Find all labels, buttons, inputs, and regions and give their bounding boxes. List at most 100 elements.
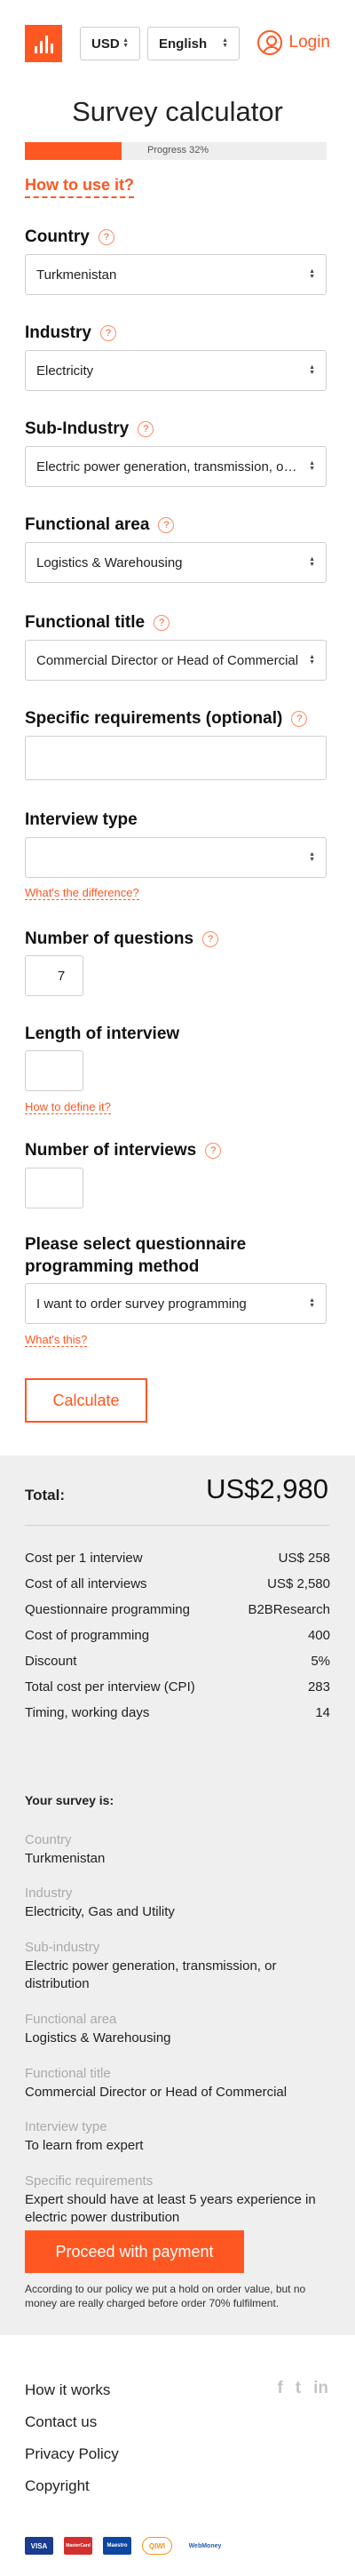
- industry-label-text: Industry: [25, 323, 91, 342]
- programming-select[interactable]: I want to order survey programming ▲ ▼: [25, 1283, 327, 1324]
- language-select[interactable]: English ▲ ▼: [147, 27, 240, 60]
- country-select[interactable]: Turkmenistan ▲ ▼: [25, 254, 327, 295]
- interview-type-label: Interview type: [25, 810, 138, 830]
- how-to-define-link[interactable]: How to define it?: [25, 1100, 111, 1114]
- summary-row-label: Cost of all interviews: [25, 1576, 147, 1591]
- help-icon[interactable]: ?: [291, 711, 308, 727]
- whats-this-link[interactable]: What's this?: [25, 1333, 88, 1347]
- functional-title-label: Functional title ?: [25, 613, 170, 633]
- user-icon: [256, 30, 282, 55]
- detail-value: To learn from expert: [25, 2138, 144, 2153]
- facebook-icon[interactable]: f: [277, 2379, 282, 2398]
- webmoney-icon: WebMoney: [183, 2537, 227, 2555]
- summary-row-value: B2BResearch: [248, 1602, 330, 1617]
- proceed-payment-button[interactable]: Proceed with payment: [25, 2230, 244, 2273]
- summary-row-value: 14: [315, 1705, 330, 1720]
- help-icon[interactable]: ?: [98, 229, 114, 245]
- login-label: Login: [288, 33, 331, 52]
- functional-title-value: Commercial Director or Head of Commercia…: [36, 652, 299, 668]
- select-arrows-icon: ▲ ▼: [309, 654, 315, 666]
- help-icon[interactable]: ?: [205, 1143, 222, 1159]
- detail-value: Expert should have at least 5 years expe…: [25, 2192, 316, 2225]
- total-label: Total:: [25, 1487, 66, 1503]
- footer-link-how-it-works[interactable]: How it works: [25, 2381, 110, 2399]
- linkedin-icon[interactable]: in: [313, 2379, 328, 2398]
- specific-requirements-input[interactable]: [25, 736, 327, 780]
- footer-link-copyright[interactable]: Copyright: [25, 2477, 90, 2495]
- login-button[interactable]: Login: [256, 30, 331, 55]
- logo-icon[interactable]: [25, 25, 62, 62]
- interview-type-select[interactable]: ▲ ▼: [25, 837, 327, 878]
- select-arrows-icon: ▲ ▼: [309, 1297, 315, 1309]
- summary-row-label: Questionnaire programming: [25, 1602, 190, 1617]
- help-icon[interactable]: ?: [154, 615, 170, 631]
- functional-area-label: Functional area ?: [25, 515, 175, 535]
- progress-bar: Progress 32%: [25, 142, 327, 160]
- help-icon[interactable]: ?: [202, 931, 219, 947]
- your-survey-label: Your survey is:: [25, 1793, 114, 1807]
- functional-area-select[interactable]: Logistics & Warehousing ▲ ▼: [25, 542, 327, 583]
- how-to-use-link[interactable]: How to use it?: [25, 176, 134, 198]
- qiwi-icon: QIWI: [142, 2537, 172, 2555]
- mastercard-icon: MasterCard: [64, 2537, 92, 2555]
- programming-value: I want to order survey programming: [36, 1296, 247, 1312]
- select-arrows-icon: ▲ ▼: [309, 851, 315, 863]
- total-value: US$2,980: [206, 1473, 328, 1504]
- summary-row-value: 5%: [311, 1654, 330, 1669]
- language-value: English: [159, 36, 208, 52]
- functional-area-value: Logistics & Warehousing: [36, 554, 183, 570]
- industry-select[interactable]: Electricity ▲ ▼: [25, 350, 327, 391]
- summary-row: Cost of programming 400: [25, 1628, 330, 1643]
- detail-value: Electricity, Gas and Utility: [25, 1904, 175, 1919]
- sub-industry-select[interactable]: Electric power generation, transmission,…: [25, 446, 327, 487]
- select-arrows-icon: ▲ ▼: [309, 268, 315, 280]
- number-of-questions-label: Number of questions ?: [25, 929, 219, 949]
- detail-key: Interview type: [25, 2119, 107, 2134]
- functional-area-label-text: Functional area: [25, 515, 150, 534]
- industry-value: Electricity: [36, 363, 94, 379]
- page-title: Survey calculator: [72, 96, 283, 127]
- length-of-interview-input[interactable]: [25, 1050, 83, 1091]
- currency-select[interactable]: USD ▲ ▼: [80, 27, 140, 60]
- maestro-icon: Maestro: [103, 2537, 131, 2555]
- summary-row: Total cost per interview (CPI) 283: [25, 1679, 330, 1695]
- payment-policy-note: According to our policy we put a hold on…: [25, 2283, 306, 2309]
- detail-value: Electric power generation, transmission,…: [25, 1958, 277, 1991]
- number-of-interviews-label-text: Number of interviews: [25, 1141, 197, 1160]
- currency-value: USD: [91, 36, 120, 52]
- summary-row-value: 283: [307, 1679, 330, 1695]
- footer-link-privacy[interactable]: Privacy Policy: [25, 2445, 119, 2463]
- select-arrows-icon: ▲ ▼: [309, 364, 315, 376]
- length-of-interview-label-text: Length of interview: [25, 1025, 180, 1043]
- summary-row-value: US$ 258: [278, 1551, 330, 1566]
- summary-row: Cost per 1 interview US$ 258: [25, 1551, 330, 1566]
- specific-requirements-label-text: Specific requirements (optional): [25, 709, 283, 728]
- number-of-interviews-input[interactable]: [25, 1168, 83, 1208]
- detail-key: Specific requirements: [25, 2173, 154, 2189]
- summary-row: Timing, working days 14: [25, 1705, 330, 1720]
- twitter-icon[interactable]: t: [296, 2379, 301, 2398]
- number-of-questions-label-text: Number of questions: [25, 929, 194, 948]
- summary-row-label: Total cost per interview (CPI): [25, 1679, 195, 1695]
- specific-requirements-label: Specific requirements (optional) ?: [25, 709, 308, 729]
- detail-key: Functional title: [25, 2066, 111, 2081]
- country-value: Turkmenistan: [36, 267, 117, 283]
- footer-link-contact[interactable]: Contact us: [25, 2413, 97, 2431]
- help-icon[interactable]: ?: [158, 517, 175, 533]
- detail-key: Functional area: [25, 2012, 117, 2027]
- summary-row-value: US$ 2,580: [267, 1576, 330, 1591]
- functional-title-select[interactable]: Commercial Director or Head of Commercia…: [25, 640, 327, 681]
- interview-difference-link[interactable]: What's the difference?: [25, 886, 139, 900]
- interview-type-label-text: Interview type: [25, 810, 138, 829]
- select-arrows-icon: ▲ ▼: [222, 37, 228, 49]
- sub-industry-value: Electric power generation, transmission,…: [36, 459, 299, 475]
- calculate-button[interactable]: Calculate: [25, 1378, 147, 1423]
- number-of-questions-input[interactable]: 7: [25, 955, 83, 996]
- summary-row: Discount 5%: [25, 1654, 330, 1669]
- select-arrows-icon: ▲ ▼: [122, 37, 129, 49]
- summary-row: Questionnaire programming B2BResearch: [25, 1602, 330, 1617]
- help-icon[interactable]: ?: [99, 325, 116, 341]
- country-label: Country ?: [25, 227, 114, 247]
- help-icon[interactable]: ?: [138, 421, 154, 437]
- divider: [25, 1525, 330, 1526]
